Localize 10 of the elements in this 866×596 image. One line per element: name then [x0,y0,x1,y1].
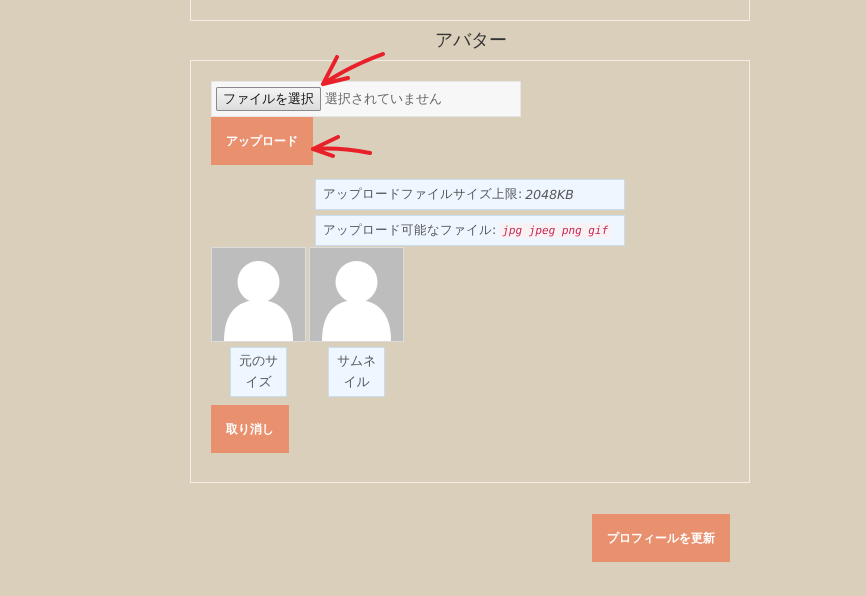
info-note: アップロードファイルサイズ上限: 2048KB [315,179,625,210]
choose-file-button[interactable]: ファイルを選択 [216,87,321,111]
file-status: 選択されていません [325,91,442,108]
annotation-arrow [321,52,385,86]
info-note: アップロード可能なファイル: jpg jpeg png gif [315,215,625,246]
section-title: アバター [434,30,508,52]
avatar-caption[interactable]: サムネイル [328,347,385,397]
file-input[interactable]: ファイルを選択 選択されていません [211,81,521,117]
avatar-caption[interactable]: 元のサイズ [230,347,287,397]
annotation-arrow [311,135,372,158]
